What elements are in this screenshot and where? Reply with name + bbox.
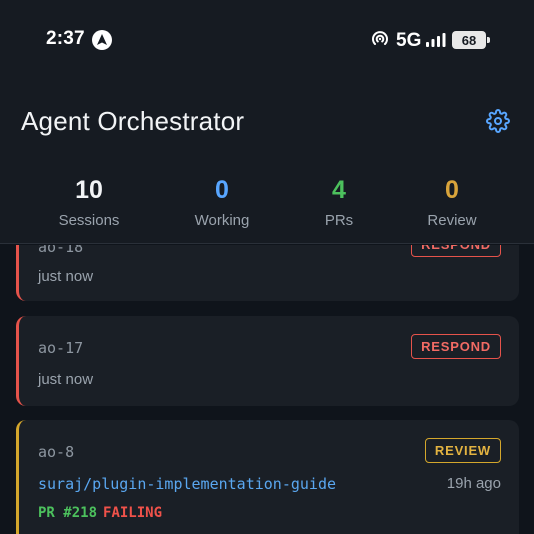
status-indicators: 5G 68: [370, 27, 490, 53]
session-card[interactable]: ao-18 RESPOND just now: [16, 245, 519, 301]
settings-button[interactable]: [486, 109, 510, 133]
session-activity-time: just now: [38, 371, 94, 388]
page-title: Agent Orchestrator: [21, 106, 245, 136]
stat-review[interactable]: 0 Review: [392, 176, 512, 229]
stat-value: 4: [332, 176, 346, 204]
hotspot-icon: [370, 29, 390, 49]
status-badge: RESPOND: [411, 245, 501, 257]
session-list[interactable]: ao-18 RESPOND just now ao-17 RESPOND jus…: [0, 245, 534, 534]
session-id: ao-8: [38, 443, 75, 461]
session-activity-time: just now: [38, 268, 94, 285]
stat-prs[interactable]: 4 PRs: [279, 176, 399, 229]
network-label: 5G: [396, 30, 422, 51]
stat-label: PRs: [324, 212, 354, 229]
status-badge: REVIEW: [424, 438, 501, 463]
gear-icon: [486, 109, 510, 133]
stat-sessions[interactable]: 10 Sessions: [29, 176, 149, 229]
stat-value: 0: [445, 176, 459, 204]
stat-label: Sessions: [58, 212, 120, 229]
stat-label: Review: [427, 212, 477, 229]
stat-label: Working: [194, 212, 250, 229]
session-age: 19h ago: [446, 475, 501, 492]
pr-number: PR #218: [38, 505, 98, 521]
stat-value: 10: [75, 176, 103, 204]
pr-info[interactable]: PR #218 FAILING: [38, 505, 162, 521]
app-header: Agent Orchestrator 10 Sessions 0 Working…: [0, 80, 534, 244]
status-bar: 2:37 5G 68: [0, 0, 534, 80]
session-card[interactable]: ao-8 REVIEW suraj/plugin-implementation-…: [16, 420, 519, 534]
battery-icon: 68: [452, 31, 490, 49]
stat-working[interactable]: 0 Working: [162, 176, 282, 229]
navigation-icon: [92, 30, 112, 50]
status-badge: RESPOND: [411, 334, 501, 359]
signal-icon: [426, 33, 446, 47]
session-card[interactable]: ao-17 RESPOND just now: [16, 316, 519, 406]
pr-status: FAILING: [103, 505, 163, 521]
branch-link[interactable]: suraj/plugin-implementation-guide: [38, 475, 336, 493]
stat-value: 0: [215, 176, 229, 204]
status-time: 2:37: [46, 28, 85, 49]
session-id: ao-17: [38, 339, 84, 357]
session-id: ao-18: [38, 245, 84, 256]
stats-summary: 10 Sessions 0 Working 4 PRs 0 Review: [0, 176, 534, 236]
